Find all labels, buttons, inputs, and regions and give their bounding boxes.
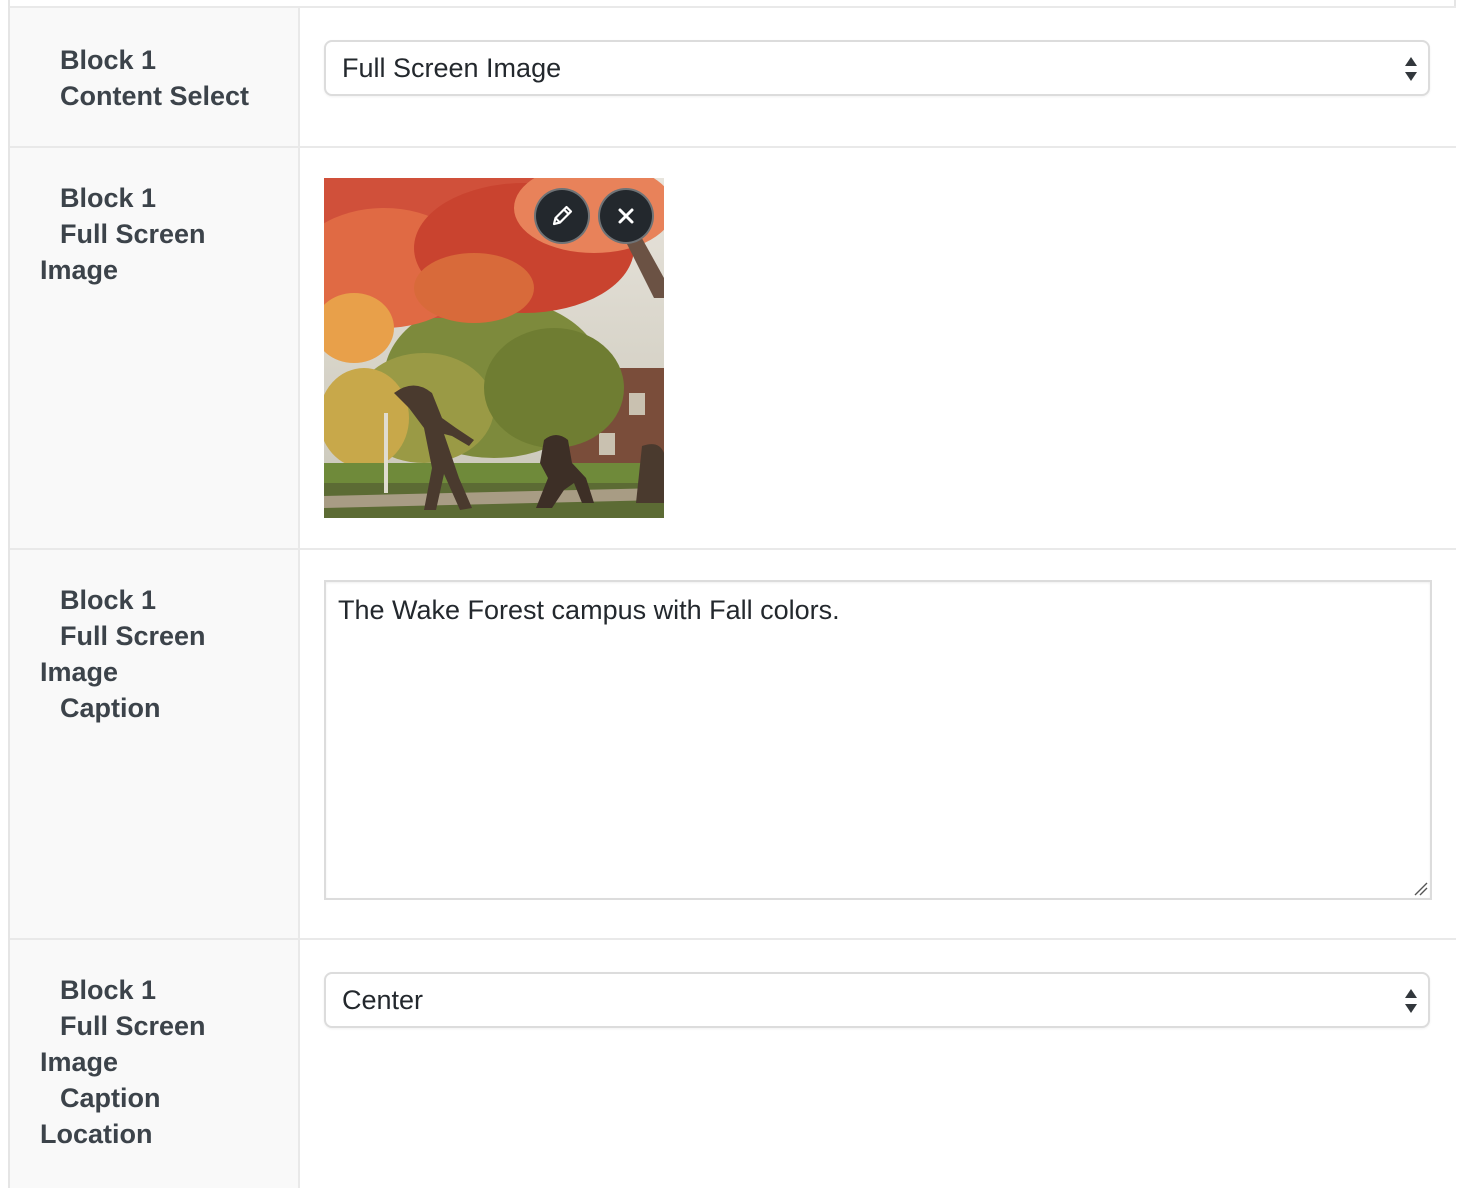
field-input-cell: Full Screen Image	[300, 8, 1456, 148]
pencil-icon	[552, 205, 573, 226]
field-input-cell: Center	[300, 940, 1456, 1188]
field-label-cell: Block 1 Full Screen Image Caption Locati…	[10, 940, 300, 1188]
field-input-cell	[300, 148, 1456, 550]
label-line: Caption	[60, 1083, 161, 1113]
field-label: Block 1 Full Screen Image Caption Locati…	[40, 972, 280, 1152]
caption-textarea[interactable]: The Wake Forest campus with Fall colors.	[324, 580, 1432, 900]
label-line: Full Screen	[60, 621, 206, 651]
label-line: Full Screen	[60, 219, 206, 249]
custom-fields-panel: Block 1 Content Select Full Screen Image…	[0, 0, 1468, 1194]
select-arrows-icon	[1405, 989, 1417, 1013]
label-line: Block 1	[60, 585, 157, 615]
label-line: Image	[40, 255, 119, 285]
label-line: Block 1	[60, 975, 157, 1005]
caption-location-dropdown[interactable]: Center	[324, 972, 1430, 1028]
field-label-cell: Block 1 Content Select	[10, 8, 300, 148]
label-line: Caption	[60, 693, 161, 723]
field-row-image-caption: Block 1 Full Screen Image Caption The Wa…	[10, 548, 1456, 940]
field-row-caption-location: Block 1 Full Screen Image Caption Locati…	[10, 938, 1456, 1188]
remove-image-button[interactable]	[598, 188, 654, 244]
resize-grip-icon[interactable]	[1412, 880, 1428, 896]
field-input-cell: The Wake Forest campus with Fall colors.	[300, 550, 1456, 940]
content-select-dropdown[interactable]: Full Screen Image	[324, 40, 1430, 96]
label-line: Full Screen	[60, 1011, 206, 1041]
select-value: Center	[342, 985, 424, 1015]
field-row-content-select: Block 1 Content Select Full Screen Image	[10, 6, 1456, 148]
label-line: Block 1	[60, 183, 157, 213]
label-line: Image	[40, 1047, 119, 1077]
field-label: Block 1 Full Screen Image	[40, 180, 280, 288]
close-icon	[618, 208, 634, 224]
field-label: Block 1 Full Screen Image Caption	[40, 582, 280, 726]
label-line: Image	[40, 657, 119, 687]
edit-image-button[interactable]	[534, 188, 590, 244]
label-line: Content Select	[60, 81, 250, 111]
label-line: Location	[40, 1119, 153, 1149]
select-value: Full Screen Image	[342, 53, 562, 83]
field-label-cell: Block 1 Full Screen Image Caption	[10, 550, 300, 940]
field-row-full-screen-image: Block 1 Full Screen Image	[10, 146, 1456, 550]
textarea-value: The Wake Forest campus with Fall colors.	[338, 595, 840, 625]
image-preview[interactable]	[324, 178, 664, 518]
select-arrows-icon	[1405, 57, 1417, 81]
label-line: Block 1	[60, 45, 157, 75]
field-label-cell: Block 1 Full Screen Image	[10, 148, 300, 550]
field-label: Block 1 Content Select	[40, 42, 280, 114]
